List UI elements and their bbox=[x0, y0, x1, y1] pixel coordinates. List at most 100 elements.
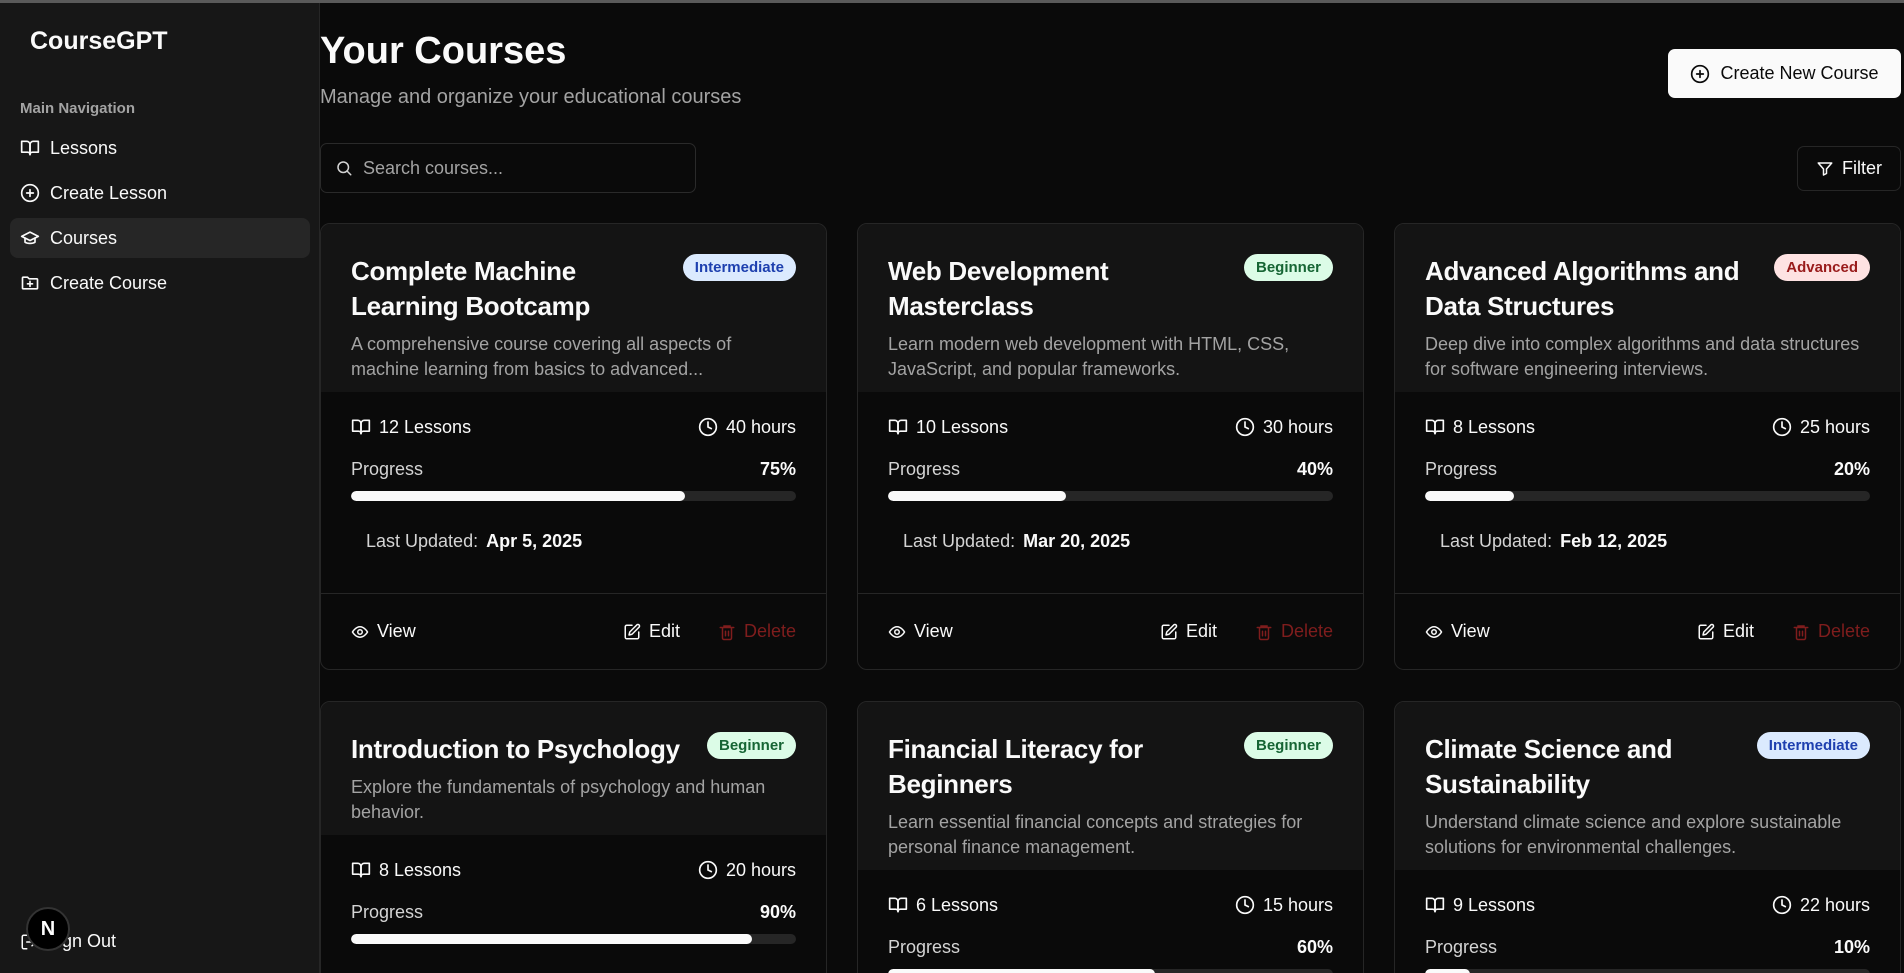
view-button[interactable]: View bbox=[351, 621, 416, 642]
edit-button[interactable]: Edit bbox=[623, 621, 680, 642]
course-title[interactable]: Financial Literacy for Beginners bbox=[888, 732, 1218, 802]
last-updated: Last Updated: Feb 12, 2025 bbox=[1425, 531, 1870, 555]
course-description: Learn modern web development with HTML, … bbox=[888, 334, 1290, 379]
create-new-course-button[interactable]: Create New Course bbox=[1668, 49, 1901, 98]
duration-label: 40 hours bbox=[725, 416, 796, 437]
course-card-header: Climate Science and Sustainability Inter… bbox=[1395, 702, 1900, 870]
course-description: Explore the fundamentals of psychology a… bbox=[351, 777, 766, 822]
course-card-body: 9 Lessons 22 hours Progress 10% bbox=[1395, 870, 1900, 973]
progress-value: 60% bbox=[1296, 937, 1333, 957]
sidebar-item-create-lesson[interactable]: Create Lesson bbox=[10, 173, 310, 213]
delete-button[interactable]: Delete bbox=[1255, 621, 1333, 642]
edit-label: Edit bbox=[1722, 621, 1754, 641]
view-button[interactable]: View bbox=[1425, 621, 1490, 642]
clock-icon bbox=[1235, 895, 1255, 915]
folder-plus-icon bbox=[21, 276, 39, 290]
progress-value: 75% bbox=[759, 459, 796, 479]
progress-bar bbox=[888, 491, 1333, 501]
book-open-icon bbox=[1425, 897, 1445, 913]
course-card-body: 10 Lessons 30 hours Progress 40% Last Up… bbox=[858, 392, 1363, 555]
progress-bar bbox=[351, 491, 796, 501]
sidebar-item-label: Create Lesson bbox=[50, 182, 168, 203]
progress-row: Progress 10% bbox=[1425, 937, 1870, 958]
lesson-count-label: 8 Lessons bbox=[379, 859, 462, 880]
course-duration: 20 hours bbox=[698, 860, 796, 881]
progress-bar-fill bbox=[1425, 969, 1470, 973]
lesson-count-label: 12 Lessons bbox=[379, 416, 472, 437]
progress-bar-fill bbox=[888, 491, 1066, 501]
view-label: View bbox=[377, 621, 416, 641]
lesson-count: 9 Lessons bbox=[1425, 895, 1535, 916]
progress-label: Progress bbox=[1425, 459, 1498, 479]
course-card[interactable]: Introduction to Psychology Beginner Expl… bbox=[320, 701, 827, 973]
last-updated: Last Updated: Mar 20, 2025 bbox=[888, 531, 1333, 555]
course-title[interactable]: Climate Science and Sustainability bbox=[1425, 732, 1755, 802]
delete-button[interactable]: Delete bbox=[1792, 621, 1870, 642]
search-input[interactable] bbox=[363, 157, 683, 179]
last-updated-label: Last Updated: bbox=[903, 531, 1016, 551]
edit-label: Edit bbox=[1185, 621, 1217, 641]
filter-icon bbox=[1817, 161, 1833, 176]
duration-label: 30 hours bbox=[1262, 416, 1333, 437]
sidebar-item-label: Courses bbox=[50, 227, 118, 248]
eye-icon bbox=[351, 625, 369, 638]
progress-label: Progress bbox=[1425, 937, 1498, 957]
progress-label: Progress bbox=[888, 459, 961, 479]
course-title[interactable]: Web Development Masterclass bbox=[888, 254, 1218, 324]
progress-row: Progress 75% bbox=[351, 459, 796, 480]
course-stats: 8 Lessons 20 hours bbox=[351, 855, 796, 885]
app-brand[interactable]: CourseGPT bbox=[30, 27, 168, 56]
course-stats: 10 Lessons 30 hours bbox=[888, 412, 1333, 442]
course-card[interactable]: Advanced Algorithms and Data Structures … bbox=[1394, 223, 1901, 670]
course-card-body: 8 Lessons 20 hours Progress 90% bbox=[321, 835, 826, 944]
filter-button[interactable]: Filter bbox=[1797, 146, 1901, 191]
progress-label: Progress bbox=[351, 902, 424, 922]
course-card[interactable]: Complete Machine Learning Bootcamp Inter… bbox=[320, 223, 827, 670]
course-duration: 15 hours bbox=[1235, 895, 1333, 916]
book-open-icon bbox=[20, 140, 40, 156]
progress-bar bbox=[351, 934, 796, 944]
duration-label: 20 hours bbox=[725, 859, 796, 880]
course-card[interactable]: Climate Science and Sustainability Inter… bbox=[1394, 701, 1901, 973]
main-navigation: Lessons Create Lesson Courses Create Cou… bbox=[10, 128, 310, 308]
course-title[interactable]: Complete Machine Learning Bootcamp bbox=[351, 254, 681, 324]
delete-label: Delete bbox=[743, 621, 796, 641]
course-card[interactable]: Financial Literacy for Beginners Beginne… bbox=[857, 701, 1364, 973]
course-title[interactable]: Advanced Algorithms and Data Structures bbox=[1425, 254, 1755, 324]
duration-label: 22 hours bbox=[1799, 894, 1870, 915]
delete-label: Delete bbox=[1817, 621, 1870, 641]
view-label: View bbox=[914, 621, 953, 641]
course-description: A comprehensive course covering all aspe… bbox=[351, 334, 732, 379]
delete-label: Delete bbox=[1280, 621, 1333, 641]
course-description: Deep dive into complex algorithms and da… bbox=[1425, 334, 1860, 379]
course-card[interactable]: Web Development Masterclass Beginner Lea… bbox=[857, 223, 1364, 670]
edit-icon bbox=[1698, 623, 1715, 639]
sidebar-item-courses[interactable]: Courses bbox=[10, 218, 310, 258]
progress-bar-fill bbox=[888, 969, 1155, 973]
course-title[interactable]: Introduction to Psychology bbox=[351, 732, 681, 767]
last-updated-date: Feb 12, 2025 bbox=[1560, 531, 1668, 551]
delete-button[interactable]: Delete bbox=[718, 621, 796, 642]
progress-bar-fill bbox=[351, 491, 685, 501]
edit-button[interactable]: Edit bbox=[1697, 621, 1754, 642]
course-card-header: Complete Machine Learning Bootcamp Inter… bbox=[321, 224, 826, 392]
progress-value: 10% bbox=[1833, 937, 1870, 957]
sidebar-item-create-course[interactable]: Create Course bbox=[10, 263, 310, 303]
sidebar-item-label: Create Course bbox=[50, 272, 168, 293]
course-description: Understand climate science and explore s… bbox=[1425, 812, 1842, 857]
progress-row: Progress 90% bbox=[351, 902, 796, 923]
course-card-header: Web Development Masterclass Beginner Lea… bbox=[858, 224, 1363, 392]
view-button[interactable]: View bbox=[888, 621, 953, 642]
plus-circle-icon bbox=[1691, 64, 1710, 83]
course-stats: 6 Lessons 15 hours bbox=[888, 890, 1333, 920]
nav-group-label: Main Navigation bbox=[20, 100, 136, 117]
avatar[interactable]: N bbox=[26, 907, 70, 951]
last-updated-date: Mar 20, 2025 bbox=[1023, 531, 1131, 551]
eye-icon bbox=[1425, 625, 1443, 638]
lesson-count: 8 Lessons bbox=[351, 860, 461, 881]
sidebar-item-lessons[interactable]: Lessons bbox=[10, 128, 310, 168]
last-updated-date: Apr 5, 2025 bbox=[486, 531, 583, 551]
edit-button[interactable]: Edit bbox=[1160, 621, 1217, 642]
level-badge: Beginner bbox=[1243, 254, 1333, 281]
create-new-course-label: Create New Course bbox=[1720, 63, 1879, 83]
